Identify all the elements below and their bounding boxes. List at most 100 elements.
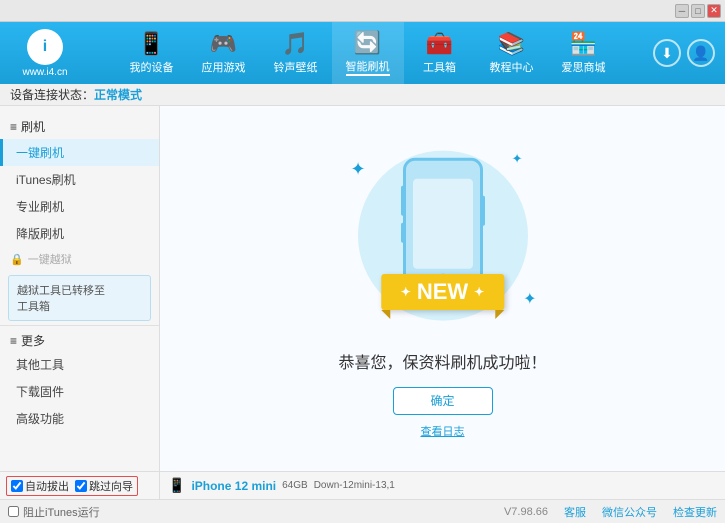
bottom-section: 自动拔出 跳过向导 📱 iPhone 12 mini 64GB Down-12m…: [0, 471, 725, 523]
sparkle-2: ✦: [512, 151, 523, 167]
sidebar-download-firmware[interactable]: 下载固件: [0, 378, 159, 405]
jailbreak-notice-text: 越狱工具已转移至工具箱: [17, 285, 105, 313]
header: i www.i4.cn 📱 我的设备 🎮 应用游戏 🎵 铃声壁纸 🔄 智能刷机 …: [0, 22, 725, 84]
section-jailbreak: 🔒 一键越狱: [0, 247, 159, 271]
flash-section-label: 刷机: [21, 118, 45, 135]
check-update-link[interactable]: 检查更新: [673, 504, 717, 520]
ribbon-text: NEW: [417, 279, 468, 305]
new-ribbon: ✦ NEW ✦: [381, 274, 504, 310]
logo-area: i www.i4.cn: [0, 29, 90, 78]
success-message: 恭喜您，保资料刷机成功啦！: [338, 349, 546, 373]
my-device-label: 我的设备: [130, 59, 174, 75]
nav-tutorial[interactable]: 📚 教程中心: [476, 22, 548, 84]
app-game-label: 应用游戏: [202, 59, 246, 75]
nav-smart-flash[interactable]: 🔄 智能刷机: [332, 22, 404, 84]
nav-app-game[interactable]: 🎮 应用游戏: [188, 22, 260, 84]
middle-row: 自动拔出 跳过向导 📱 iPhone 12 mini 64GB Down-12m…: [0, 471, 725, 499]
ribbon-tail-left: [381, 310, 390, 319]
phone-power: [481, 195, 485, 225]
more-section-icon: ≡: [10, 334, 17, 348]
nav-bar: 📱 我的设备 🎮 应用游戏 🎵 铃声壁纸 🔄 智能刷机 🧰 工具箱 📚 教程中心…: [90, 22, 645, 84]
illustration: ✦ ✦ ✦ ✦ NEW ✦: [333, 139, 553, 339]
sparkle-1: ✦: [351, 159, 366, 180]
itunes-stop-checkbox[interactable]: [8, 506, 19, 517]
main-area: ≡ 刷机 一键刷机 iTunes刷机 专业刷机 降版刷机 🔒 一键越狱 越狱工具…: [0, 106, 725, 471]
auto-launch-label: 自动拔出: [25, 478, 69, 494]
sidebar-pro-flash[interactable]: 专业刷机: [0, 193, 159, 220]
customer-service-link[interactable]: 客服: [564, 504, 586, 520]
nav-toolbox[interactable]: 🧰 工具箱: [404, 22, 476, 84]
sidebar-itunes-flash[interactable]: iTunes刷机: [0, 166, 159, 193]
smart-flash-label: 智能刷机: [346, 58, 390, 76]
ribbon-star-right: ✦: [474, 285, 484, 299]
device-name: iPhone 12 mini: [191, 479, 276, 493]
more-section-label: 更多: [21, 332, 45, 349]
sparkle-3: ✦: [523, 289, 536, 309]
ribbon-tail-right: [495, 310, 504, 319]
smart-flash-icon: 🔄: [354, 30, 381, 56]
nav-my-device[interactable]: 📱 我的设备: [116, 22, 188, 84]
sidebar-other-tools[interactable]: 其他工具: [0, 351, 159, 378]
istore-label: 爱思商城: [562, 59, 606, 75]
flash-section-icon: ≡: [10, 120, 17, 134]
nav-istore[interactable]: 🏪 爱思商城: [548, 22, 620, 84]
skip-wizard-checkbox[interactable]: [75, 480, 87, 492]
ringtone-label: 铃声壁纸: [274, 59, 318, 75]
auto-launch-checkbox-label[interactable]: 自动拔出: [11, 478, 69, 494]
lock-icon: 🔒: [10, 253, 24, 266]
checkbox-area: 自动拔出 跳过向导: [0, 472, 160, 499]
device-info-bar: 📱 iPhone 12 mini 64GB Down-12mini-13,1: [160, 472, 725, 499]
ringtone-icon: 🎵: [282, 31, 309, 57]
tutorial-icon: 📚: [498, 31, 525, 57]
app-game-icon: 🎮: [210, 31, 237, 57]
confirm-button[interactable]: 确定: [393, 387, 493, 415]
new-ribbon-wrap: ✦ NEW ✦: [381, 274, 504, 319]
download-btn[interactable]: ⬇: [653, 39, 681, 67]
phone-screen: [413, 178, 473, 268]
device-storage: 64GB: [282, 480, 308, 491]
status-row: 设备连接状态： 正常模式: [0, 84, 725, 106]
toolbox-label: 工具箱: [423, 59, 456, 75]
version-text: V7.98.66: [504, 506, 548, 518]
view-log-link[interactable]: 查看日志: [421, 423, 465, 439]
header-right: ⬇ 👤: [645, 39, 725, 67]
sidebar-one-click-flash[interactable]: 一键刷机: [0, 139, 159, 166]
device-firmware: Down-12mini-13,1: [314, 480, 395, 491]
maximize-btn[interactable]: □: [691, 4, 705, 18]
minimize-btn[interactable]: ─: [675, 4, 689, 18]
footer-right: V7.98.66 客服 微信公众号 检查更新: [504, 504, 717, 520]
itunes-area: 阻止iTunes运行: [8, 504, 504, 520]
jailbreak-label: 一键越狱: [28, 251, 72, 267]
ribbon-tails: [381, 310, 504, 319]
sidebar-advanced[interactable]: 高级功能: [0, 405, 159, 432]
phone-vol1: [401, 185, 405, 215]
close-btn[interactable]: ✕: [707, 4, 721, 18]
logo-url: www.i4.cn: [22, 67, 67, 78]
skip-wizard-checkbox-label[interactable]: 跳过向导: [75, 478, 133, 494]
status-label-text: 设备连接状态：: [10, 86, 94, 103]
sidebar-downgrade-flash[interactable]: 降版刷机: [0, 220, 159, 247]
device-icon: 📱: [168, 477, 185, 494]
content-area: ✦ ✦ ✦ ✦ NEW ✦ 恭喜您，保资料刷机成功啦！ 确定 查看日志: [160, 106, 725, 471]
title-bar: ─ □ ✕: [0, 0, 725, 22]
itunes-stop-label: 阻止iTunes运行: [23, 504, 100, 520]
toolbox-icon: 🧰: [426, 31, 453, 57]
ribbon-star-left: ✦: [401, 285, 411, 299]
wechat-link[interactable]: 微信公众号: [602, 504, 657, 520]
footer-row: 阻止iTunes运行 V7.98.66 客服 微信公众号 检查更新: [0, 499, 725, 523]
user-btn[interactable]: 👤: [687, 39, 715, 67]
tutorial-label: 教程中心: [490, 59, 534, 75]
my-device-icon: 📱: [138, 31, 165, 57]
status-value-text: 正常模式: [94, 86, 142, 103]
nav-ringtone[interactable]: 🎵 铃声壁纸: [260, 22, 332, 84]
istore-icon: 🏪: [570, 31, 597, 57]
jailbreak-notice: 越狱工具已转移至工具箱: [8, 275, 151, 321]
phone-vol2: [401, 222, 405, 242]
auto-launch-checkbox[interactable]: [11, 480, 23, 492]
section-flash: ≡ 刷机: [0, 114, 159, 139]
logo-icon: i: [27, 29, 63, 65]
sidebar: ≡ 刷机 一键刷机 iTunes刷机 专业刷机 降版刷机 🔒 一键越狱 越狱工具…: [0, 106, 160, 471]
checkbox-highlight-box: 自动拔出 跳过向导: [6, 476, 138, 496]
skip-wizard-label: 跳过向导: [89, 478, 133, 494]
section-more: ≡ 更多: [0, 325, 159, 351]
